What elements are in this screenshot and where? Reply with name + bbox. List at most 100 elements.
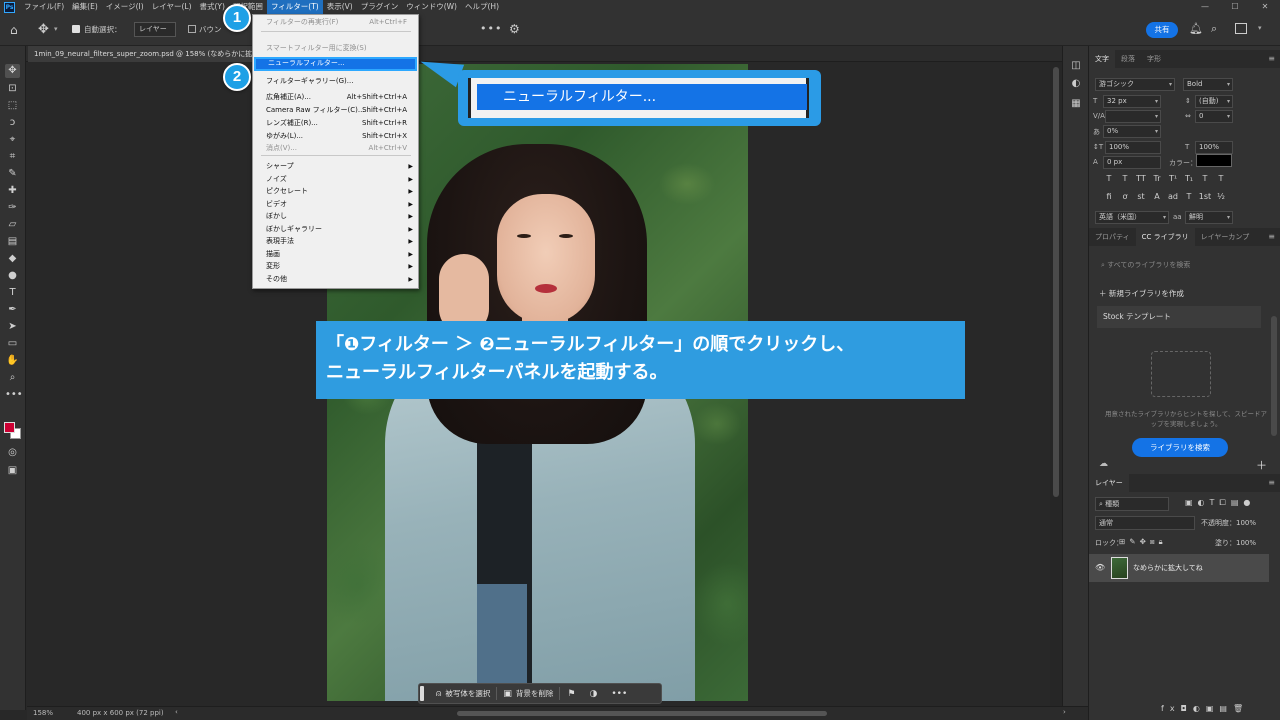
swatches-icon[interactable]: ◫ [1069, 60, 1083, 74]
more-icon[interactable]: ••• [604, 689, 634, 699]
layer-filter-icons[interactable]: ▣◐T⧠▤● [1185, 498, 1255, 508]
layer-filter-dropdown[interactable]: ⌕ 種類 [1095, 497, 1169, 511]
bell-icon[interactable]: 🔔︎ [1189, 22, 1203, 35]
underline-icon[interactable]: T [1197, 174, 1213, 183]
layer-row[interactable]: 👁︎ なめらかに拡大してね [1089, 554, 1269, 582]
tsume-field[interactable]: 0% ▾ [1103, 125, 1161, 138]
font-size-field[interactable]: 32 px ▾ [1103, 95, 1161, 108]
brush-tool-icon[interactable]: ✑ [5, 201, 20, 215]
gradient-tool-icon[interactable]: ▤ [5, 235, 20, 249]
share-button[interactable]: 共有 [1146, 22, 1178, 38]
baseline-field[interactable]: 0 px [1103, 156, 1161, 169]
hand-tool-icon[interactable]: ✋ [5, 354, 20, 368]
filter-menu-item[interactable]: 消点(V)... Alt+Ctrl+V [254, 142, 417, 155]
stock-templates-item[interactable]: Stock テンプレート [1097, 306, 1261, 328]
vertical-scale-field[interactable]: 100% [1105, 141, 1161, 154]
font-family-field[interactable]: 游ゴシック ▾ [1095, 78, 1175, 91]
zoom-level[interactable]: 158% [33, 709, 53, 717]
maximize-button[interactable]: ☐ [1220, 0, 1250, 14]
menu-layer[interactable]: レイヤー(L) [148, 0, 196, 14]
horizontal-scale-field[interactable]: 100% [1195, 141, 1233, 154]
filter-menu-item[interactable]: Camera Raw フィルター(C)... Shift+Ctrl+A [254, 104, 417, 117]
drag-handle[interactable] [420, 686, 424, 701]
adjust-icon[interactable]: ◐ [1069, 78, 1083, 92]
select-subject-button[interactable]: ⍝ 被写体を選択 [430, 683, 496, 704]
opacity-field[interactable]: 不透明度：100% [1201, 518, 1256, 528]
chevron-down-icon[interactable]: ▾ [54, 25, 58, 33]
scroll-left-icon[interactable]: ‹ [175, 708, 178, 716]
filter-menu-item[interactable]: ピクセレート ▶ [254, 185, 417, 198]
menu-file[interactable]: ファイル(F) [20, 0, 68, 14]
tab-layers[interactable]: レイヤー [1089, 474, 1129, 492]
panel-menu-icon[interactable]: ≡ [1268, 474, 1275, 492]
ordinals-icon[interactable]: 1st [1197, 192, 1213, 201]
horizontal-scrollbar-thumb[interactable] [457, 711, 827, 716]
panel-menu-icon[interactable]: ≡ [1268, 50, 1275, 68]
gear-icon[interactable]: ⚙ [509, 22, 520, 36]
filter-menu-item[interactable]: スマートフィルター用に変換(S) [254, 42, 417, 55]
more-options-icon[interactable]: ••• [480, 22, 502, 35]
contextual-alt-icon[interactable]: ơ [1117, 192, 1133, 201]
filter-menu-item[interactable]: その他 ▶ [254, 273, 417, 286]
kerning-field[interactable]: ▾ [1105, 110, 1161, 123]
filter-menu-item[interactable]: ぼかし ▶ [254, 210, 417, 223]
titling-alt-icon[interactable]: T [1181, 192, 1197, 201]
blur-tool-icon[interactable]: ◆ [5, 252, 20, 266]
rectangle-tool-icon[interactable]: ▭ [5, 337, 20, 351]
object-select-tool-icon[interactable]: ⌖ [5, 133, 20, 147]
library-scrollbar[interactable] [1271, 316, 1277, 436]
lasso-tool-icon[interactable]: ↄ [5, 116, 20, 130]
menu-help[interactable]: ヘルプ(H) [461, 0, 503, 14]
filter-menu-item[interactable]: シャープ ▶ [254, 160, 417, 173]
path-select-tool-icon[interactable]: ➤ [5, 320, 20, 334]
menu-view[interactable]: 表示(V) [323, 0, 357, 14]
menu-window[interactable]: ウィンドウ(W) [402, 0, 461, 14]
menu-filter[interactable]: フィルター(T) [266, 0, 323, 14]
tab-cc-libraries[interactable]: CC ライブラリ [1135, 228, 1195, 246]
crop-tool-icon[interactable]: ⌗ [5, 150, 20, 164]
filter-menu-item[interactable]: フィルターの再実行(F) Alt+Ctrl+F [254, 16, 417, 29]
all-caps-icon[interactable]: TT [1133, 174, 1149, 183]
auto-select-target-dropdown[interactable]: レイヤー [134, 22, 176, 37]
move-tool-icon[interactable]: ✥ [38, 22, 49, 37]
menu-edit[interactable]: 編集(E) [68, 0, 102, 14]
filter-menu-item[interactable]: レンズ補正(R)... Shift+Ctrl+R [254, 117, 417, 130]
minimize-button[interactable]: — [1190, 0, 1220, 14]
leading-field[interactable]: (自動) ▾ [1195, 95, 1233, 108]
marquee-tool-icon[interactable]: ⬚ [5, 99, 20, 113]
menu-image[interactable]: イメージ(I) [102, 0, 148, 14]
quick-mask-icon[interactable]: ◎ [5, 446, 20, 460]
fill-field[interactable]: 塗り：100% [1215, 538, 1256, 548]
workspace-icon[interactable] [1235, 23, 1247, 34]
superscript-icon[interactable]: T¹ [1165, 174, 1181, 183]
faux-bold-icon[interactable]: T [1101, 174, 1117, 183]
text-color-swatch[interactable] [1196, 154, 1232, 167]
library-search-input[interactable]: ⌕ すべてのライブラリを検索 [1097, 257, 1273, 273]
canvas-vertical-scrollbar[interactable] [1050, 62, 1062, 706]
eye-icon[interactable]: 👁︎ [1095, 563, 1105, 572]
move-tool-icon[interactable]: ✥ [5, 64, 20, 78]
menu-plugins[interactable]: プラグイン [357, 0, 403, 14]
stylistic-alt-icon[interactable]: ad [1165, 192, 1181, 201]
scrollbar-thumb[interactable] [1053, 67, 1059, 497]
small-caps-icon[interactable]: Tr [1149, 174, 1165, 183]
zoom-tool-icon[interactable]: ⌕ [5, 371, 20, 385]
discretionary-ligature-icon[interactable]: st [1133, 192, 1149, 201]
fractions-icon[interactable]: ½ [1213, 192, 1229, 201]
create-library-button[interactable]: ＋ 新規ライブラリを作成 [1099, 288, 1184, 299]
tab-glyphs[interactable]: 字形 [1141, 50, 1167, 68]
home-icon[interactable]: ⌂ [10, 23, 24, 37]
ligature-icon[interactable]: fi [1101, 192, 1117, 201]
subscript-icon[interactable]: T₁ [1181, 174, 1197, 183]
tab-properties[interactable]: プロパティ [1089, 228, 1136, 246]
tab-paragraph[interactable]: 段落 [1115, 50, 1141, 68]
panel-menu-icon[interactable]: ≡ [1268, 228, 1275, 246]
tracking-field[interactable]: 0 ▾ [1195, 110, 1233, 123]
dodge-tool-icon[interactable]: ● [5, 269, 20, 283]
close-window-button[interactable]: ✕ [1250, 0, 1280, 14]
healing-brush-tool-icon[interactable]: ✚ [5, 184, 20, 198]
filter-menu-item[interactable]: ニューラルフィルター... [254, 57, 417, 71]
layer-actions[interactable]: fx◘◐▣▤🗑︎ [1161, 704, 1249, 713]
eyedropper-tool-icon[interactable]: ✎ [5, 167, 20, 181]
adjustment-icon[interactable]: ◑ [583, 689, 605, 699]
